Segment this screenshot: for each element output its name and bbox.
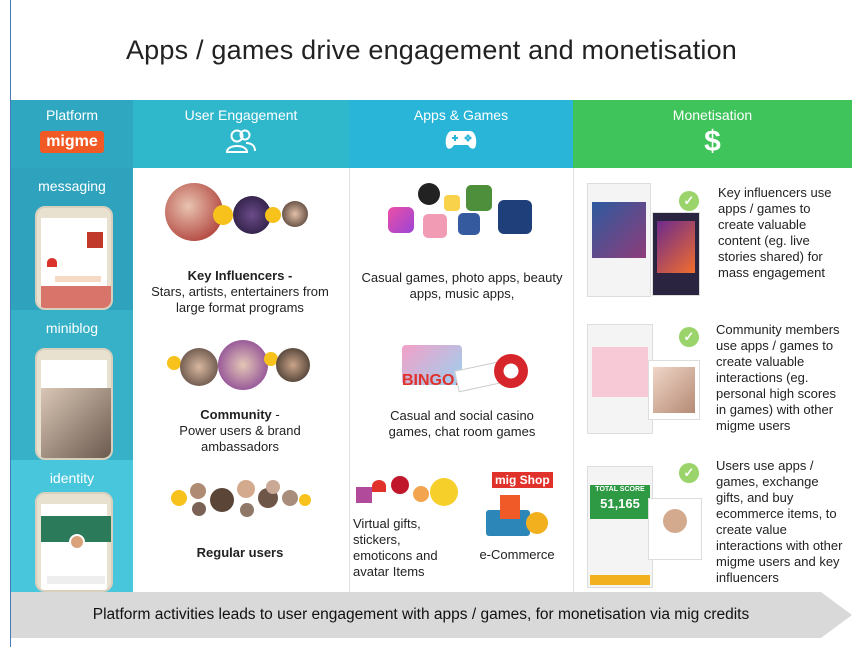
casino-games-text: Casual and social casino games, chat roo… bbox=[388, 408, 536, 439]
users-icon bbox=[226, 129, 256, 153]
platform-miniblog: miniblog bbox=[11, 310, 133, 460]
bingo-label: BINGO! bbox=[402, 372, 460, 389]
score-value: 51,165 bbox=[600, 496, 640, 511]
header-platform: Platform migme bbox=[11, 100, 133, 168]
platform-identity-label: identity bbox=[49, 470, 95, 486]
checkmark-icon: ✓ bbox=[679, 463, 699, 483]
gamepad-icon bbox=[445, 131, 477, 149]
header-platform-label: Platform bbox=[45, 107, 99, 123]
migshop-label: mig Shop bbox=[492, 472, 553, 488]
monetisation-row3-text: Users use apps / games, exchange gifts, … bbox=[716, 458, 843, 585]
column-separator bbox=[573, 168, 574, 592]
header-monetisation-label: Monetisation bbox=[672, 107, 753, 123]
community-title: Community bbox=[200, 407, 272, 422]
header-apps: Apps & Games bbox=[349, 100, 573, 168]
community-text: Community - Power users & brand ambassad… bbox=[140, 407, 340, 455]
community-photo-screenshot bbox=[648, 360, 700, 420]
score-label: TOTAL SCORE bbox=[595, 486, 645, 493]
influencer-story-screenshot bbox=[652, 212, 700, 296]
dollar-icon: $ bbox=[704, 125, 721, 158]
community-desc: Power users & brand ambassadors bbox=[179, 423, 301, 454]
ecommerce-text: e-Commerce bbox=[479, 547, 555, 562]
regular-users-text: Regular users bbox=[140, 545, 340, 561]
community-highscore-screenshot bbox=[587, 324, 653, 434]
migme-logo: migme bbox=[40, 131, 104, 153]
checkmark-icon: ✓ bbox=[679, 327, 699, 347]
platform-miniblog-label: miniblog bbox=[45, 320, 99, 336]
phone-identity-screenshot bbox=[35, 492, 113, 592]
regular-users-label: Regular users bbox=[196, 545, 284, 560]
game-score-screenshot: TOTAL SCORE 51,165 bbox=[587, 466, 653, 588]
platform-messaging: messaging bbox=[11, 168, 133, 310]
slide-title: Apps / games drive engagement and moneti… bbox=[125, 34, 738, 65]
phone-messaging-screenshot bbox=[35, 206, 113, 310]
phone-miniblog-screenshot bbox=[35, 348, 113, 460]
header-engagement: User Engagement bbox=[133, 100, 349, 168]
casual-games-text: Casual games, photo apps, beauty apps, m… bbox=[361, 270, 563, 301]
platform-messaging-label: messaging bbox=[38, 178, 106, 194]
column-separator bbox=[349, 168, 350, 592]
gift-exchange-screenshot bbox=[648, 498, 702, 560]
key-influencers-text: Key Influencers - Stars, artists, entert… bbox=[140, 268, 340, 316]
key-influencers-desc: Stars, artists, entertainers from large … bbox=[151, 284, 329, 315]
header-apps-label: Apps & Games bbox=[413, 107, 509, 123]
key-influencers-title: Key Influencers - bbox=[187, 268, 293, 283]
checkmark-icon: ✓ bbox=[679, 191, 699, 211]
header-monetisation: Monetisation $ bbox=[573, 100, 852, 168]
virtual-gifts-text: Virtual gifts, stickers, emoticons and a… bbox=[353, 516, 438, 579]
monetisation-row2-text: Community members use apps / games to cr… bbox=[716, 322, 840, 433]
monetisation-row1-text: Key influencers use apps / games to crea… bbox=[718, 185, 832, 280]
footer-text: Platform activities leads to user engage… bbox=[92, 606, 750, 623]
community-title-suffix: - bbox=[271, 407, 280, 422]
platform-identity: identity bbox=[11, 460, 133, 592]
influencer-content-screenshot bbox=[587, 183, 651, 297]
header-engagement-label: User Engagement bbox=[184, 107, 298, 123]
